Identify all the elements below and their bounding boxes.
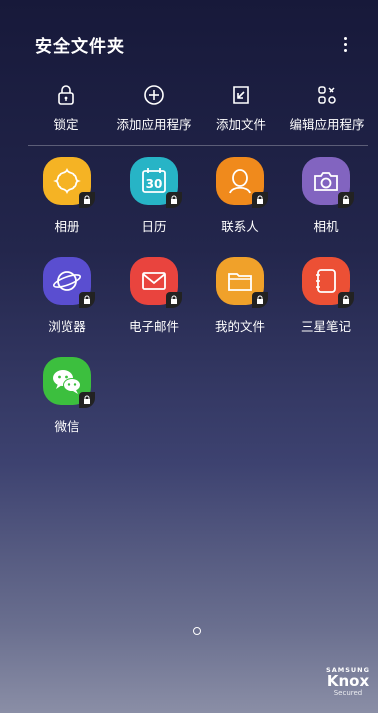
knox-brand-line3: Secured [333,689,363,697]
lock-badge-icon [252,192,268,208]
edit-apps-button[interactable]: 编辑应用程序 [281,80,373,136]
lock-button[interactable]: 锁定 [20,80,112,136]
knox-brand-line2: Knox [326,672,370,690]
calendar-icon: 30 [130,157,182,208]
page-indicator [193,627,201,635]
app-label: 联系人 [221,219,259,234]
lock-badge-icon [166,192,182,208]
app-camera[interactable]: 相机 [283,157,369,243]
page-title: 安全文件夹 [35,37,125,57]
app-gallery[interactable]: 相册 [24,157,110,243]
app-my-files[interactable]: 我的文件 [197,257,283,343]
add-file-icon [233,86,249,104]
lock-badge-icon [338,292,354,308]
app-email[interactable]: 电子邮件 [111,257,197,343]
lock-badge-icon [79,292,95,308]
gallery-icon [43,157,95,208]
browser-icon [43,257,95,308]
divider [28,145,368,146]
title-bar: 安全文件夹 [0,0,378,80]
quick-actions-bar: 锁定 添加应用程序 添加文件 编辑应用程序 [0,80,378,136]
contacts-icon [216,157,268,208]
edit-apps-label: 编辑应用程序 [289,117,365,132]
lock-badge-icon [166,292,182,308]
secure-folder-screen: 安全文件夹 锁定 添加应用程序 添加文件 编辑应用程序 相册 30 日历 联系人… [0,0,378,713]
add-apps-button[interactable]: 添加应用程序 [108,80,200,136]
lock-label: 锁定 [53,117,79,132]
camera-icon [302,157,354,208]
app-label: 三星笔记 [300,319,351,334]
my-files-icon [216,257,268,308]
app-label: 电子邮件 [128,319,179,334]
more-options-icon [343,36,347,40]
email-icon [130,257,182,308]
add-apps-label: 添加应用程序 [116,117,192,132]
app-label: 相机 [313,219,339,234]
edit-apps-icon [318,86,336,104]
app-samsung-notes[interactable]: 三星笔记 [283,257,369,343]
add-files-button[interactable]: 添加文件 [195,80,287,136]
notes-icon [302,257,354,308]
lock-badge-icon [79,392,95,408]
app-calendar[interactable]: 30 日历 [111,157,197,243]
lock-badge-icon [338,192,354,208]
add-files-label: 添加文件 [215,117,266,132]
app-label: 相册 [54,219,80,234]
samsung-knox-logo: SAMSUNG Knox Secured [320,666,376,697]
app-label: 我的文件 [214,319,265,334]
plus-circle-icon [144,85,164,105]
app-label: 日历 [141,219,167,234]
app-label: 浏览器 [48,319,86,334]
wechat-icon [43,357,95,408]
app-browser[interactable]: 浏览器 [24,257,110,343]
app-label: 微信 [54,419,80,434]
lock-icon [58,85,74,105]
lock-badge-icon [252,292,268,308]
lock-badge-icon [79,192,95,208]
more-options-button[interactable] [332,30,358,58]
app-contacts[interactable]: 联系人 [197,157,283,243]
app-wechat[interactable]: 微信 [24,357,110,443]
calendar-date: 30 [146,177,163,191]
